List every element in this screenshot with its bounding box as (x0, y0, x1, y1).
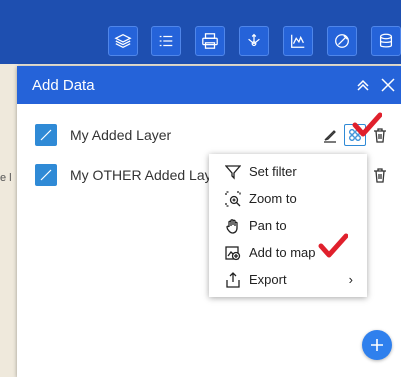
elevation-widget-button[interactable] (283, 26, 313, 56)
rename-layer-button[interactable] (320, 125, 340, 145)
filter-icon (225, 164, 241, 180)
trash-icon (374, 168, 386, 183)
layer-context-menu: Set filter Zoom to Pan to Add to map Exp… (209, 154, 367, 297)
map-edge-label: e l (0, 172, 12, 184)
layers-widget-button[interactable] (108, 26, 138, 56)
annotation-check-icon (352, 112, 383, 138)
layer-symbol (35, 164, 57, 186)
annotation-check-icon (318, 233, 349, 259)
menu-item-label: Pan to (249, 218, 287, 233)
elevation-profile-icon (291, 34, 305, 48)
zoom-to-icon (225, 190, 241, 207)
draw-icon (335, 34, 349, 48)
menu-item-set-filter[interactable]: Set filter (209, 158, 367, 185)
basemap-widget-button[interactable] (327, 26, 357, 56)
pan-hand-icon (226, 218, 238, 234)
printer-icon (202, 33, 218, 49)
layer-row[interactable]: My Added Layer (17, 116, 401, 154)
menu-item-label: Set filter (249, 164, 297, 179)
close-icon (381, 78, 395, 92)
layer-name: My OTHER Added Laye (70, 167, 220, 183)
close-button[interactable] (377, 74, 399, 96)
list-icon (159, 35, 173, 47)
line-symbol-icon (40, 169, 52, 181)
menu-item-label: Zoom to (249, 191, 297, 206)
export-icon (226, 271, 240, 288)
legend-widget-button[interactable] (151, 26, 181, 56)
chevron-right-icon: › (348, 272, 353, 287)
database-icon (379, 33, 393, 48)
add-data-button[interactable] (362, 330, 392, 360)
print-widget-button[interactable] (195, 26, 225, 56)
panel-header: Add Data (17, 66, 401, 104)
data-widget-button[interactable] (371, 26, 401, 56)
analysis-widget-button[interactable] (239, 26, 269, 56)
line-symbol-icon (40, 129, 52, 141)
remove-layer-button[interactable] (370, 165, 390, 185)
menu-item-label: Add to map (249, 245, 316, 260)
plus-icon (371, 339, 383, 351)
widget-toolbar (0, 26, 401, 60)
add-to-map-icon (225, 245, 241, 260)
panel-title: Add Data (32, 76, 95, 94)
menu-item-label: Export (249, 272, 287, 287)
menu-item-zoom-to[interactable]: Zoom to (209, 185, 367, 212)
network-icon (248, 33, 260, 47)
double-chevron-up-icon (357, 79, 369, 91)
layer-name: My Added Layer (70, 127, 172, 143)
menu-item-export[interactable]: Export › (209, 266, 367, 293)
map-left-strip (0, 64, 18, 377)
layer-symbol (35, 124, 57, 146)
layers-icon (114, 33, 132, 49)
pencil-icon (324, 130, 336, 143)
collapse-button[interactable] (352, 74, 374, 96)
